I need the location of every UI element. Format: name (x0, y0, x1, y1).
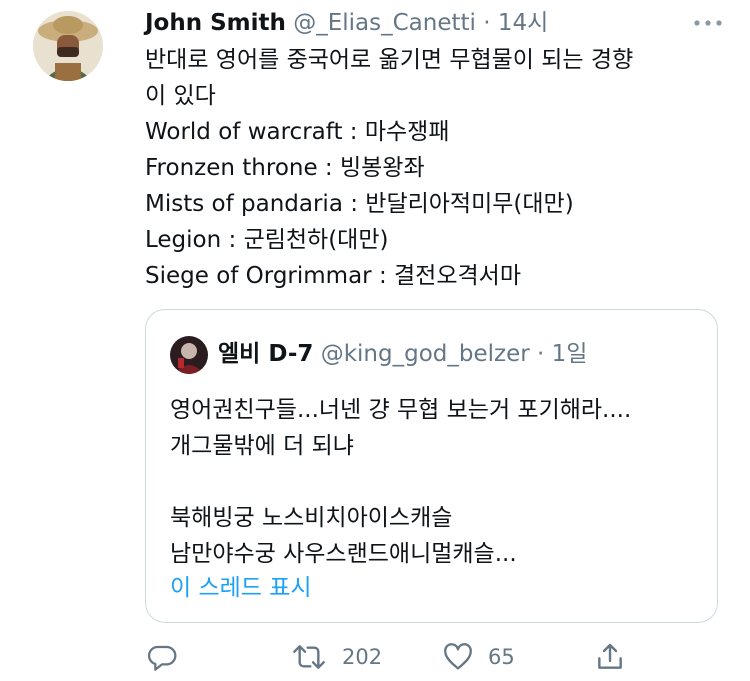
action-bar: 202 65 (146, 640, 646, 674)
quoted-tweet-text: 영어권친구들...너넨 걍 무협 보는거 포기해라.... 개그물밖에 더 되냐… (170, 392, 700, 572)
avatar[interactable] (33, 11, 103, 81)
quoted-text-line (170, 464, 700, 500)
tweet-header: John Smith @_Elias_Canetti · 14시 (145, 8, 548, 38)
quoted-avatar[interactable] (170, 336, 208, 374)
quoted-text-line: 북해빙궁 노스비치아이스캐슬 (170, 505, 453, 531)
retweet-button[interactable]: 202 (290, 640, 382, 674)
quoted-text-line: 개그물밖에 더 되냐 (170, 433, 354, 459)
retweet-icon (290, 641, 328, 673)
tweet-text-line: World of warcraft : 마수쟁패 (145, 119, 450, 145)
like-button[interactable]: 65 (442, 640, 515, 674)
quoted-author-handle: @king_god_belzer (320, 341, 530, 367)
author-handle[interactable]: @_Elias_Canetti (293, 10, 476, 36)
tweet-text: 반대로 영어를 중국어로 옮기면 무협물이 되는 경향 이 있다 World o… (145, 42, 720, 294)
share-button[interactable] (594, 640, 626, 674)
tweet-text-line: Mists of pandaria : 반달리아적미무(대만) (145, 191, 574, 217)
quoted-author-name: 엘비 D-7 (218, 341, 314, 367)
quoted-tweet[interactable]: 엘비 D-7 @king_god_belzer · 1일 영어권친구들...너넨… (145, 309, 718, 623)
reply-icon (146, 641, 178, 673)
quoted-tweet-header: 엘비 D-7 @king_god_belzer · 1일 (218, 338, 587, 370)
quoted-tweet-timestamp: 1일 (551, 341, 588, 367)
quoted-text-line: 남만야수궁 사우스랜드애니멀캐슬... (170, 541, 517, 567)
tweet[interactable]: John Smith @_Elias_Canetti · 14시 반대로 영어를… (0, 0, 750, 681)
heart-icon (442, 641, 474, 673)
reply-button[interactable] (146, 640, 178, 674)
more-options-icon[interactable] (691, 13, 725, 33)
share-icon (594, 641, 626, 673)
tweet-text-line: 반대로 영어를 중국어로 옮기면 무협물이 되는 경향 (145, 47, 634, 73)
tweet-text-line: Legion : 군림천하(대만) (145, 227, 389, 253)
separator-dot: · (537, 341, 545, 367)
tweet-text-line: Fronzen throne : 빙봉왕좌 (145, 155, 425, 181)
retweet-count: 202 (342, 645, 383, 669)
quoted-text-line: 영어권친구들...너넨 걍 무협 보는거 포기해라.... (170, 397, 632, 423)
tweet-text-line: Siege of Orgrimmar : 결전오격서마 (145, 263, 521, 289)
author-name[interactable]: John Smith (145, 10, 286, 36)
show-thread-link[interactable]: 이 스레드 표시 (170, 570, 312, 606)
tweet-text-line: 이 있다 (145, 83, 216, 109)
like-count: 65 (488, 645, 515, 669)
tweet-timestamp[interactable]: 14시 (498, 10, 548, 36)
separator-dot: · (483, 10, 491, 36)
